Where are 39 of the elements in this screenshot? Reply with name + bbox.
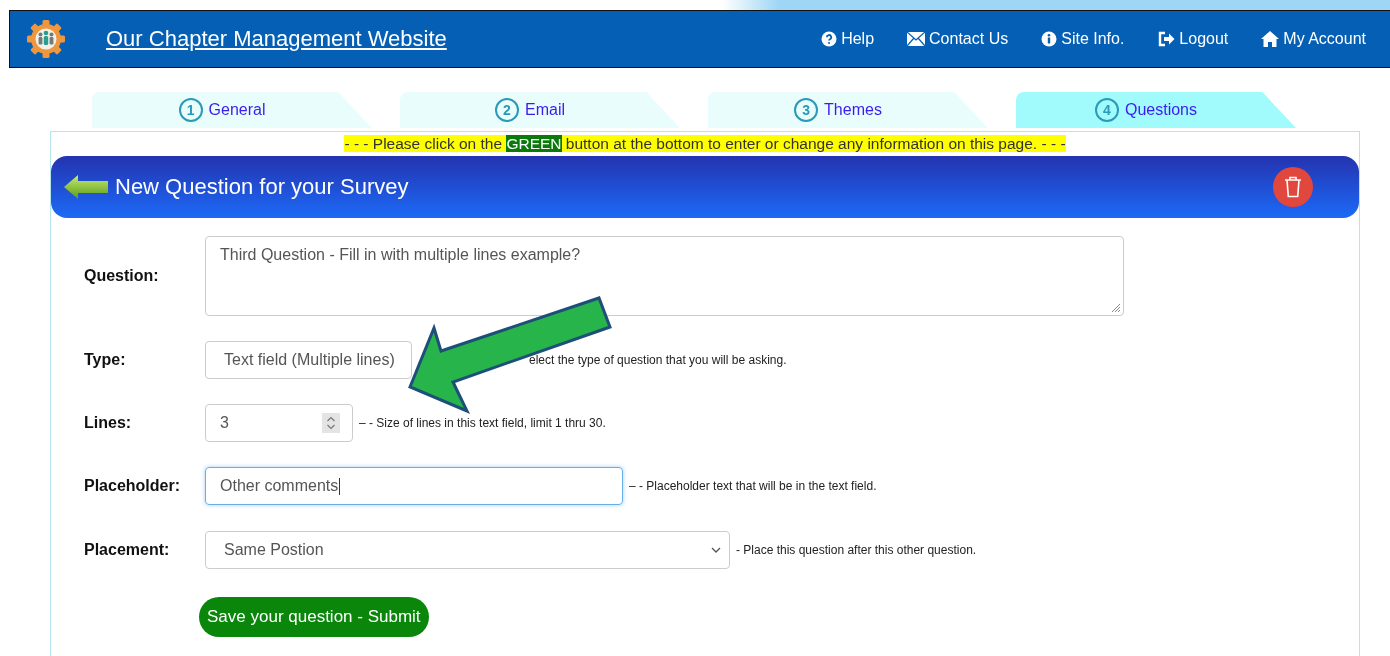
submit-button[interactable]: Save your question - Submit bbox=[199, 597, 429, 637]
chevron-down-icon bbox=[711, 547, 721, 553]
trash-icon bbox=[1284, 176, 1302, 198]
hint-text: - Place this question after this other question. bbox=[736, 543, 977, 557]
envelope-icon bbox=[907, 32, 926, 46]
nav-link[interactable]: Site Info. bbox=[1041, 30, 1125, 48]
question-field[interactable]: Third Question - Fill in with multiple lines example? bbox=[205, 236, 1124, 316]
type-select[interactable]: Text field (Multiple lines) bbox=[205, 341, 412, 379]
home-icon bbox=[1261, 31, 1280, 47]
back-arrow-icon[interactable] bbox=[63, 174, 109, 200]
info-icon bbox=[1041, 31, 1058, 47]
site-title-link[interactable]: Our Chapter Management Website bbox=[106, 26, 447, 52]
field-label: Type: bbox=[84, 351, 127, 369]
delete-button[interactable] bbox=[1273, 167, 1313, 207]
hint-text: – - Size of lines in this text field, limit 1 thru 30. bbox=[359, 416, 606, 430]
nav-link[interactable]: Help bbox=[821, 30, 875, 48]
hint-text: elect the type of question that you will be asking. bbox=[529, 353, 787, 367]
notice-text: - - - Please click on the GREEN button at the bottom to enter or change any information on this page. - - - bbox=[344, 135, 1066, 152]
tab[interactable]: 2 Email bbox=[400, 92, 680, 128]
field-label: Question: bbox=[84, 267, 160, 285]
nav-link[interactable]: Logout bbox=[1157, 30, 1229, 48]
nav-link[interactable]: Contact Us bbox=[907, 30, 1009, 48]
field-label: Placeholder: bbox=[84, 477, 182, 495]
tab[interactable]: 3 Themes bbox=[708, 92, 988, 128]
help-icon bbox=[821, 31, 838, 47]
logout-icon bbox=[1157, 31, 1176, 47]
hint-text: – - Placeholder text that will be in the text field. bbox=[629, 479, 877, 493]
text-field[interactable]: Other comments bbox=[205, 467, 623, 505]
spinner-icon[interactable] bbox=[322, 413, 340, 433]
number-field[interactable]: 3 bbox=[205, 404, 353, 442]
panel-title: New Question for your Survey bbox=[115, 174, 409, 200]
field-label: Lines: bbox=[84, 414, 133, 432]
placement-select[interactable]: Same Postion bbox=[205, 531, 730, 569]
tab[interactable]: 1 General bbox=[92, 92, 372, 128]
resize-grip-icon bbox=[1109, 301, 1121, 313]
gear-people-icon bbox=[26, 19, 66, 59]
tab[interactable]: 4 Questions bbox=[1016, 92, 1296, 128]
nav-link[interactable]: My Account bbox=[1261, 30, 1366, 48]
field-label: Placement: bbox=[84, 541, 171, 559]
